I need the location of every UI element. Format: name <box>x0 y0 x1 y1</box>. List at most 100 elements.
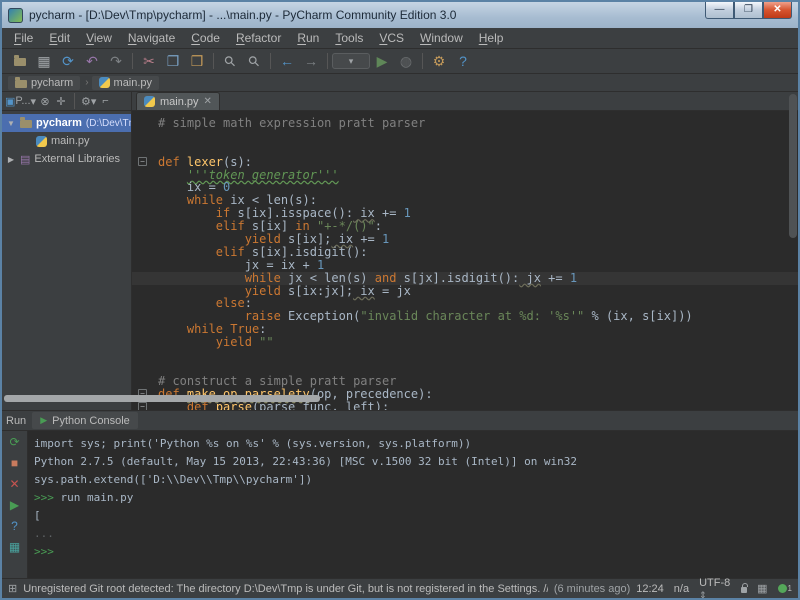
project-view-dropdown[interactable]: ▣P...▾ <box>5 94 36 108</box>
back-icon[interactable]: ← <box>275 51 299 72</box>
settings-gear-icon[interactable]: ⚙▾ <box>81 94 96 108</box>
undo-icon[interactable]: ↶ <box>80 51 104 72</box>
save-icon[interactable]: ▦ <box>32 51 56 72</box>
tab-close-icon[interactable]: ✕ <box>204 96 212 107</box>
run-window-label: Run <box>6 415 26 427</box>
run-config-chip: ▾ <box>332 53 370 69</box>
console-settings-icon[interactable]: ▦ <box>7 540 23 554</box>
toolbar-separator <box>213 53 214 69</box>
menu-item-edit[interactable]: Edit <box>41 29 78 47</box>
python-icon <box>99 77 110 88</box>
console-line: >>> run main.py <box>34 489 798 507</box>
breadcrumb-item-pycharm[interactable]: pycharm <box>8 76 80 90</box>
tree-item-pycharm[interactable]: ▼pycharm (D:\Dev\Tmp <box>2 114 131 132</box>
resume-icon[interactable]: ▶ <box>7 498 23 512</box>
hide-panel-icon[interactable]: ⌐ <box>98 94 112 108</box>
settings-icon[interactable]: ⚙ <box>427 51 451 72</box>
menu-item-vcs[interactable]: VCS <box>371 29 412 47</box>
folder-glyph <box>14 58 26 66</box>
library-icon: ▤ <box>20 153 30 166</box>
console-output[interactable]: import sys; print('Python %s on %s' % (s… <box>28 431 798 578</box>
lock-icon[interactable] <box>741 587 747 593</box>
menu-item-view[interactable]: View <box>78 29 120 47</box>
copy-icon[interactable]: ❐ <box>161 51 185 72</box>
menu-bar: FileEditViewNavigateCodeRefactorRunTools… <box>2 28 798 49</box>
close-button[interactable]: ✕ <box>763 2 792 19</box>
menu-item-run[interactable]: Run <box>289 29 327 47</box>
tree-item-external-libraries[interactable]: ▶▤External Libraries <box>2 150 131 168</box>
toolbar-separator <box>327 53 328 69</box>
search-replace-icon[interactable]: ⚲ <box>242 51 266 72</box>
play-icon: ▶ <box>40 415 47 426</box>
menu-item-window[interactable]: Window <box>412 29 471 47</box>
fold-marker-icon[interactable]: − <box>138 402 147 410</box>
breadcrumb-item-main-py[interactable]: main.py <box>92 76 160 90</box>
close-icon[interactable]: ✕ <box>7 477 23 491</box>
notification-badge[interactable]: 1 <box>778 584 792 593</box>
scroll-to-source-icon[interactable]: ✛ <box>54 94 68 108</box>
menu-item-refactor[interactable]: Refactor <box>228 29 289 47</box>
editor-tab-bar: main.py ✕ <box>132 92 798 111</box>
code-line: def parse(parse_func, left): <box>132 401 798 410</box>
sync-icon[interactable]: ⟳ <box>56 51 80 72</box>
menu-item-navigate[interactable]: Navigate <box>120 29 183 47</box>
maximize-button[interactable]: ❐ <box>734 2 763 19</box>
menu-item-tools[interactable]: Tools <box>327 29 371 47</box>
python-file-icon <box>144 96 155 107</box>
code-editor[interactable]: # simple math expression pratt parserdef… <box>132 111 798 410</box>
console-line: >>> <box>34 543 798 561</box>
help-icon[interactable]: ? <box>451 51 475 72</box>
title-bar: pycharm - [D:\Dev\Tmp\pycharm] - ...\mai… <box>2 2 798 28</box>
paste-icon[interactable]: ❒ <box>185 51 209 72</box>
run-config-dropdown[interactable]: ▾ <box>332 51 370 72</box>
redo-icon[interactable]: ↷ <box>104 51 128 72</box>
menu-item-help[interactable]: Help <box>471 29 512 47</box>
help-icon[interactable]: ? <box>7 519 23 533</box>
horizontal-scrollbar-thumb[interactable] <box>4 395 320 402</box>
editor-tab-label: main.py <box>160 96 199 108</box>
console-line: ... <box>34 525 798 543</box>
event-indicator-icon <box>778 584 787 593</box>
search-icon[interactable]: ⚲ <box>218 51 242 72</box>
pycharm-logo-icon <box>8 8 23 23</box>
status-time: 12:24 <box>636 583 664 595</box>
toolwindow-toggle-icon[interactable]: ⊞ <box>8 582 17 595</box>
editor-scrollbar-thumb[interactable] <box>789 94 797 238</box>
editor-panel: main.py ✕ # simple math expression pratt… <box>132 92 798 410</box>
project-toolbar-separator <box>74 93 75 109</box>
run-tool-window: Run ▶ Python Console ⟳ ■ ✕ ▶? ▦ import sys; … <box>2 410 798 578</box>
console-body: ⟳ ■ ✕ ▶? ▦ import sys; print('Python %s on %… <box>2 431 798 578</box>
toolbar-separator <box>270 53 271 69</box>
tab-main-py[interactable]: main.py ✕ <box>136 92 220 110</box>
minimize-button[interactable]: — <box>705 2 734 19</box>
python-icon <box>36 136 47 147</box>
breadcrumb: pycharm›main.py <box>2 74 798 92</box>
tree-item-main-py[interactable]: main.py <box>2 132 131 150</box>
fold-marker-icon[interactable]: − <box>138 157 147 166</box>
forward-icon[interactable]: → <box>299 51 323 72</box>
stop-icon[interactable]: ■ <box>7 456 23 470</box>
open-icon[interactable] <box>8 51 32 72</box>
folder-icon <box>20 120 32 128</box>
collapse-all-icon[interactable]: ⊗ <box>38 94 52 108</box>
menu-item-file[interactable]: File <box>6 29 41 47</box>
editor-scrollbar <box>788 94 797 408</box>
rerun-icon[interactable]: ⟳ <box>7 435 23 449</box>
menu-item-code[interactable]: Code <box>183 29 228 47</box>
project-panel: ▣P...▾⊗✛ ⚙▾⌐ ▼pycharm (D:\Dev\Tmpmain.py▶… <box>2 92 132 410</box>
toolbar-separator <box>132 53 133 69</box>
cut-icon[interactable]: ✂ <box>137 51 161 72</box>
console-header: Run ▶ Python Console <box>2 411 798 431</box>
window-title: pycharm - [D:\Dev\Tmp\pycharm] - ...\mai… <box>29 8 456 22</box>
highlighting-level-icon[interactable]: ▦ <box>757 582 767 595</box>
status-message[interactable]: Unregistered Git root detected: The dire… <box>23 583 548 595</box>
run-icon[interactable]: ▶ <box>370 51 394 72</box>
caret-position-widget[interactable]: n/a <box>674 583 689 595</box>
encoding-widget[interactable]: UTF-8 ⇕ <box>699 577 731 600</box>
tab-python-console[interactable]: ▶ Python Console <box>32 412 138 429</box>
toolbar-separator <box>422 53 423 69</box>
code-line <box>132 130 798 143</box>
main-toolbar: ▦⟳↶↷ ✂❐❒ ⚲⚲ ←→ ▾▶◍ ⚙? <box>2 49 798 74</box>
project-tree: ▼pycharm (D:\Dev\Tmpmain.py▶▤External Li… <box>2 111 131 410</box>
debug-icon[interactable]: ◍ <box>394 51 418 72</box>
